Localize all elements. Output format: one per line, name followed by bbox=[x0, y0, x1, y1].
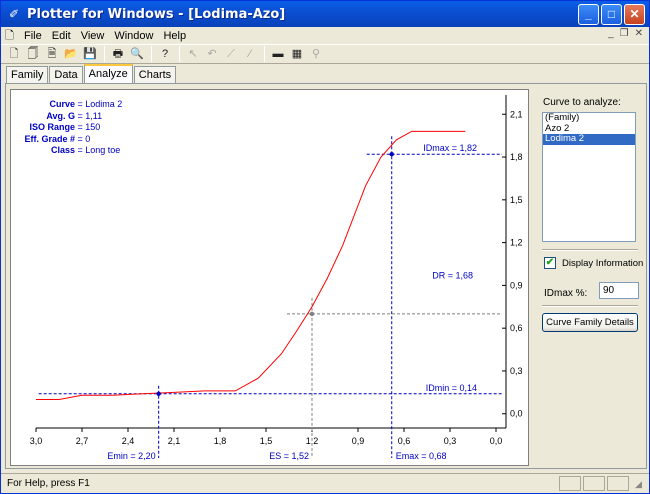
display-information-checkbox[interactable]: ✔ bbox=[544, 257, 556, 269]
divider bbox=[542, 305, 638, 307]
curve-marker bbox=[309, 311, 315, 317]
tab-data[interactable]: Data bbox=[49, 66, 83, 83]
toolbar-separator bbox=[151, 46, 152, 62]
x-tick-label: 0,0 bbox=[490, 436, 503, 446]
curve-marker bbox=[389, 151, 394, 157]
save-icon[interactable]: 💾 bbox=[81, 46, 99, 62]
emin-label: Emin = 2,20 bbox=[107, 451, 155, 461]
close-button[interactable]: ✕ bbox=[624, 4, 645, 25]
menu-edit[interactable]: Edit bbox=[47, 30, 76, 42]
menu-file[interactable]: File bbox=[19, 30, 47, 42]
y-tick-label: 1,5 bbox=[510, 195, 523, 205]
y-tick-label: 2,1 bbox=[510, 109, 523, 119]
info-avg-g: Avg. G = 1,11 bbox=[46, 110, 103, 121]
toolbar-separator bbox=[264, 46, 265, 62]
x-tick-label: 2,1 bbox=[168, 436, 181, 446]
draw-curve-icon[interactable]: ∕ bbox=[241, 46, 259, 62]
color-icon[interactable]: ▬ bbox=[269, 46, 287, 62]
curve-to-analyze-label: Curve to analyze: bbox=[543, 97, 621, 108]
menu-help[interactable]: Help bbox=[158, 30, 191, 42]
x-tick-label: 2,7 bbox=[76, 436, 89, 446]
status-pane bbox=[583, 476, 605, 491]
toolbar: 🗋 🗍 🗎 📂 💾 🖶 🔍? ↖ ↶ ⟋ ∕ ▬ ▦ ⚲ bbox=[1, 44, 649, 64]
mdi-minimize-button[interactable]: _ bbox=[608, 28, 614, 39]
display-information-row[interactable]: ✔ Display Information bbox=[544, 257, 643, 269]
grid-icon[interactable]: ▦ bbox=[288, 46, 306, 62]
idmax-percent-input[interactable] bbox=[599, 282, 639, 299]
analyze-options-panel: Curve to analyze: (Family) Azo 2 Lodima … bbox=[536, 89, 644, 466]
curve-line bbox=[36, 130, 466, 400]
curve-marker bbox=[156, 391, 161, 396]
tab-analyze[interactable]: Analyze bbox=[83, 64, 133, 83]
title-bar[interactable]: ✐ Plotter for Windows - [Lodima-Azo] _ □… bbox=[1, 1, 649, 27]
x-tick-label: 0,9 bbox=[352, 436, 365, 446]
x-tick-label: 0,6 bbox=[398, 436, 411, 446]
curve-listbox[interactable]: (Family) Azo 2 Lodima 2 bbox=[542, 112, 636, 242]
add-doc-icon[interactable]: 🗎 bbox=[43, 46, 61, 62]
status-bar: For Help, press F1 ◢ bbox=[1, 473, 649, 493]
minimize-button[interactable]: _ bbox=[578, 4, 599, 25]
x-tick-label: 0,3 bbox=[444, 436, 457, 446]
info-eff-grade: Eff. Grade # = 0 bbox=[24, 133, 91, 144]
y-tick-label: 0,0 bbox=[510, 409, 523, 419]
menu-window[interactable]: Window bbox=[109, 30, 158, 42]
x-tick-label: 2,4 bbox=[122, 436, 135, 446]
y-tick-label: 1,8 bbox=[510, 152, 523, 162]
toolbar-separator bbox=[104, 46, 105, 62]
x-tick-label: 1,5 bbox=[260, 436, 273, 446]
divider bbox=[542, 249, 638, 251]
display-information-label[interactable]: Display Information bbox=[562, 258, 643, 269]
tab-charts[interactable]: Charts bbox=[133, 66, 177, 83]
plotter-app-icon[interactable]: ✐ bbox=[6, 6, 22, 22]
info-curve: Curve = Lodima 2 bbox=[49, 99, 123, 109]
emax-label: Emax = 0,68 bbox=[396, 451, 447, 461]
tab-family[interactable]: Family bbox=[6, 66, 49, 83]
curve-family-details-button[interactable]: Curve Family Details bbox=[542, 313, 638, 332]
zoom-icon[interactable]: ⚲ bbox=[307, 46, 325, 62]
es-label: ES = 1,52 bbox=[269, 451, 309, 461]
add-point-icon[interactable]: ⟋ bbox=[222, 46, 240, 62]
y-tick-label: 1,2 bbox=[510, 238, 523, 248]
y-tick-label: 0,3 bbox=[510, 366, 523, 376]
info-class: Class = Long toe bbox=[50, 145, 121, 155]
help-icon[interactable]: ? bbox=[156, 46, 174, 62]
toolbar-separator bbox=[179, 46, 180, 62]
copy-doc-icon[interactable]: 🗍 bbox=[24, 46, 42, 62]
analyze-panel: 3,0 2,7 2,4 2,1 1,8 1,5 1,2 0,9 0,6 0,3 0,0 0,0 0,3 0… bbox=[5, 83, 647, 469]
window-title: Plotter for Windows - [Lodima-Azo] bbox=[27, 6, 286, 22]
plot-area[interactable]: 3,0 2,7 2,4 2,1 1,8 1,5 1,2 0,9 0,6 0,3 0,0 0,0 0,3 0… bbox=[10, 89, 529, 466]
menu-bar: 🗋 File Edit View Window Help _ ❐ ✕ bbox=[1, 27, 649, 44]
app-window: ✐ Plotter for Windows - [Lodima-Azo] _ □… bbox=[0, 0, 650, 494]
maximize-button[interactable]: □ bbox=[601, 4, 622, 25]
resize-grip-icon[interactable]: ◢ bbox=[635, 479, 647, 491]
y-tick-label: 0,6 bbox=[510, 323, 523, 333]
status-pane bbox=[607, 476, 629, 491]
document-icon[interactable]: 🗋 bbox=[5, 29, 19, 43]
curve-item-lodima-2[interactable]: Lodima 2 bbox=[543, 133, 635, 145]
pointer-icon[interactable]: ↖ bbox=[184, 46, 202, 62]
print-icon[interactable]: 🖶 bbox=[109, 46, 127, 62]
curve-item-family[interactable]: (Family) bbox=[543, 112, 635, 124]
mdi-close-button[interactable]: ✕ bbox=[635, 28, 643, 39]
open-folder-icon[interactable]: 📂 bbox=[62, 46, 80, 62]
x-tick-label: 1,8 bbox=[214, 436, 227, 446]
idmin-label: IDmin = 0,14 bbox=[426, 383, 477, 393]
status-pane bbox=[559, 476, 581, 491]
y-tick-label: 0,9 bbox=[510, 280, 523, 290]
idmax-label: IDmax = 1,82 bbox=[423, 143, 477, 153]
print-preview-icon[interactable]: 🔍 bbox=[128, 46, 146, 62]
idmax-percent-label: IDmax %: bbox=[544, 288, 588, 299]
curve-info: Curve = Lodima 2 Avg. G = 1,11 ISO Range… bbox=[13, 99, 122, 157]
undo-icon[interactable]: ↶ bbox=[203, 46, 221, 62]
dr-label: DR = 1,68 bbox=[432, 270, 473, 280]
info-iso-range: ISO Range = 150 bbox=[29, 122, 101, 132]
status-text: For Help, press F1 bbox=[7, 478, 90, 489]
tab-strip: Family Data Analyze Charts bbox=[6, 64, 177, 83]
menu-view[interactable]: View bbox=[76, 30, 110, 42]
mdi-restore-button[interactable]: ❐ bbox=[620, 28, 629, 39]
new-icon[interactable]: 🗋 bbox=[5, 46, 23, 62]
x-tick-label: 3,0 bbox=[30, 436, 43, 446]
